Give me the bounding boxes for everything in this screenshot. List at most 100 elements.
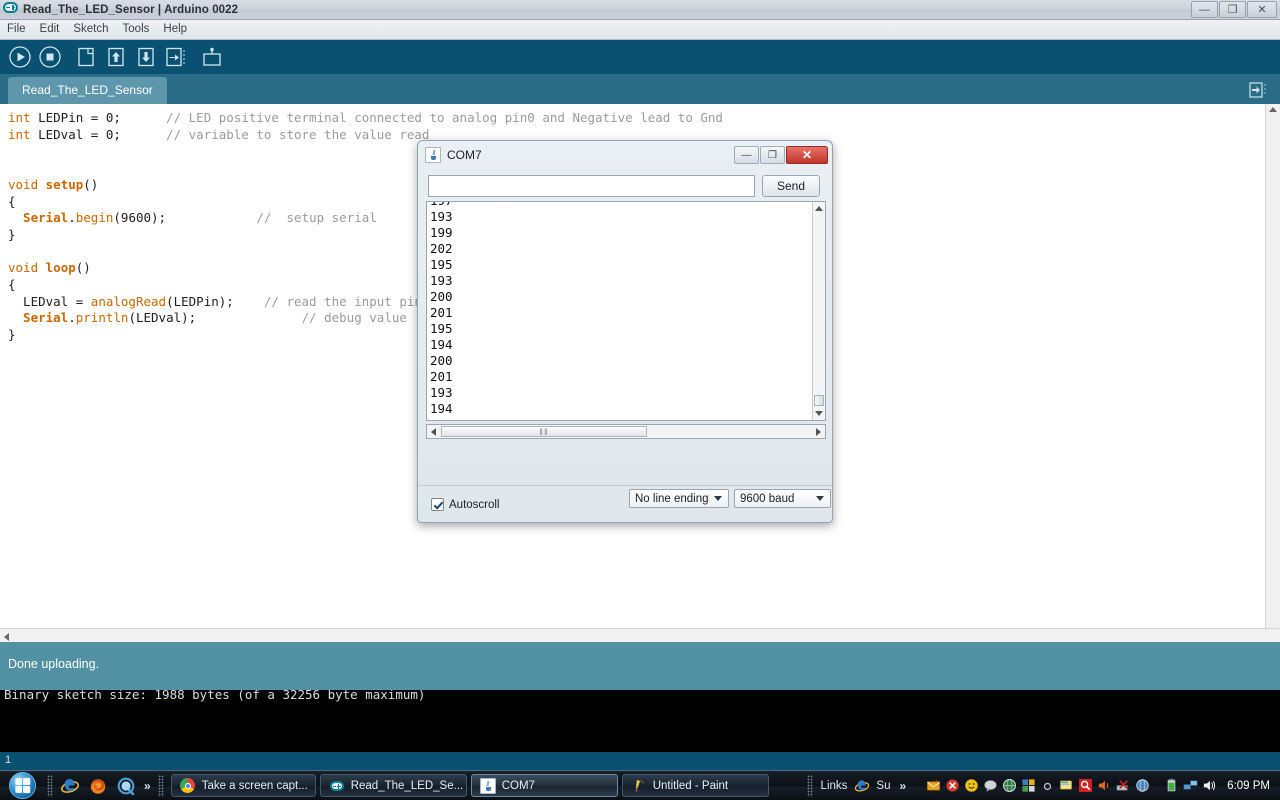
- new-button[interactable]: [72, 44, 100, 70]
- serial-monitor-titlebar[interactable]: COM7 — ❐ ✕: [418, 141, 832, 169]
- code-token: // LED positive terminal connected to an…: [120, 110, 723, 125]
- code-line: int LEDPin = 0; // LED positive terminal…: [8, 110, 723, 127]
- chrome-icon: [180, 778, 196, 794]
- checkbox-icon[interactable]: [431, 498, 444, 511]
- code-token: (): [75, 260, 91, 276]
- system-tray: Links Su » ✶ 6:09 PM: [804, 771, 1280, 800]
- speaker-mute-icon[interactable]: [1097, 778, 1113, 794]
- send-button[interactable]: Send: [762, 175, 820, 197]
- taskbar-item-paint[interactable]: Untitled - Paint: [621, 774, 769, 797]
- circle-small-icon[interactable]: [1040, 778, 1056, 794]
- upload-button[interactable]: [162, 44, 190, 70]
- serial-output-panel[interactable]: 1971931992021951932002011951942002011931…: [426, 201, 826, 421]
- smiley-icon[interactable]: [964, 778, 980, 794]
- taskbar-item-com7[interactable]: COM7: [470, 774, 618, 797]
- tray-su-label[interactable]: Su: [876, 780, 890, 792]
- globe-icon[interactable]: [1002, 778, 1018, 794]
- serial-scroll-left-icon[interactable]: [427, 425, 440, 438]
- taskbar-item-chrome[interactable]: Take a screen capt...: [170, 774, 316, 797]
- line-ending-value: No line ending: [635, 492, 709, 505]
- taskbar-grip[interactable]: [47, 774, 53, 797]
- svg-text:✶: ✶: [935, 779, 940, 786]
- tray-overflow-chevron[interactable]: »: [899, 779, 906, 793]
- tab-list-icon[interactable]: [1248, 80, 1268, 100]
- serial-monitor-button[interactable]: [198, 44, 226, 70]
- serial-maximize-button[interactable]: ❐: [760, 146, 785, 164]
- tray-grip[interactable]: [806, 774, 813, 797]
- volume-icon[interactable]: [1202, 778, 1218, 794]
- ie-icon[interactable]: [854, 778, 870, 794]
- code-token: int: [8, 126, 39, 142]
- code-token: .: [68, 210, 76, 226]
- window-monitor-icon[interactable]: [1059, 778, 1075, 794]
- battery-icon[interactable]: [1164, 778, 1180, 794]
- code-token: Serial: [8, 310, 69, 326]
- start-button[interactable]: [0, 771, 44, 800]
- quick-launch-overflow-chevron[interactable]: »: [144, 779, 151, 793]
- editor-vertical-scrollbar[interactable]: [1265, 104, 1280, 628]
- serial-line-clipped: 197: [430, 202, 453, 209]
- upload-arrow-right-icon: [164, 46, 188, 68]
- verify-button[interactable]: [6, 44, 34, 70]
- serial-line: 194: [430, 401, 453, 416]
- save-button[interactable]: [132, 44, 160, 70]
- menu-item-help[interactable]: Help: [156, 22, 194, 37]
- serial-line: 201: [430, 369, 453, 384]
- taskbar-clock[interactable]: 6:09 PM: [1227, 780, 1270, 792]
- autoscroll-checkbox[interactable]: Autoscroll: [431, 498, 500, 511]
- code-token: LEDval = 0;: [38, 126, 121, 142]
- taskbar: » Take a screen capt... Read_The_LED_Se.…: [0, 770, 1280, 800]
- menu-item-sketch[interactable]: Sketch: [66, 22, 115, 37]
- serial-vscroll-thumb[interactable]: [814, 395, 824, 406]
- open-button[interactable]: [102, 44, 130, 70]
- serial-scroll-up-icon[interactable]: [813, 202, 825, 215]
- baud-rate-select[interactable]: 9600 baud: [734, 489, 831, 508]
- scroll-up-icon[interactable]: [1269, 107, 1277, 112]
- taskbar-item-arduino[interactable]: Read_The_LED_Se...: [319, 774, 467, 797]
- firefox-icon[interactable]: [86, 774, 110, 798]
- taskbar-grip-2[interactable]: [157, 774, 164, 797]
- chat-bubble-icon[interactable]: [983, 778, 999, 794]
- code-token: LEDval =: [8, 293, 91, 309]
- ie-icon[interactable]: [58, 774, 82, 798]
- windows-logo-icon: [8, 772, 36, 799]
- network-icon[interactable]: [1183, 778, 1199, 794]
- minimize-button[interactable]: —: [1191, 1, 1218, 18]
- serial-line: 195: [430, 321, 453, 336]
- search-magnifier-icon[interactable]: [1078, 778, 1094, 794]
- save-arrow-down-icon: [135, 46, 157, 68]
- messenger-icon[interactable]: [114, 774, 138, 798]
- scroll-left-icon[interactable]: [4, 633, 9, 641]
- serial-minimize-button[interactable]: —: [734, 146, 759, 164]
- menu-item-file[interactable]: File: [0, 22, 33, 37]
- menu-item-tools[interactable]: Tools: [116, 22, 157, 37]
- code-token: loop: [45, 260, 76, 276]
- line-ending-select[interactable]: No line ending: [629, 489, 729, 508]
- serial-horizontal-scrollbar[interactable]: ‖‖: [426, 424, 826, 439]
- maximize-button[interactable]: ❐: [1219, 1, 1246, 18]
- code-token: Serial: [8, 210, 69, 226]
- serial-vertical-scrollbar[interactable]: [812, 202, 825, 420]
- console-output: Binary sketch size: 1988 bytes (of a 322…: [0, 690, 1280, 752]
- menu-item-edit[interactable]: Edit: [33, 22, 67, 37]
- stop-button[interactable]: [36, 44, 64, 70]
- globe-blue-icon[interactable]: [1135, 778, 1151, 794]
- serial-scroll-down-icon[interactable]: [813, 407, 825, 420]
- network-apps-icon[interactable]: [1021, 778, 1037, 794]
- tab-read-the-led-sensor[interactable]: Read_The_LED_Sensor: [8, 77, 167, 104]
- editor-horizontal-scrollbar[interactable]: [0, 628, 1280, 642]
- paint-icon: [631, 778, 647, 794]
- code-token: void: [8, 260, 46, 276]
- security-alert-icon[interactable]: [945, 778, 961, 794]
- serial-input-field[interactable]: [428, 175, 755, 197]
- network-disconnected-icon[interactable]: [1116, 778, 1132, 794]
- serial-close-button[interactable]: ✕: [786, 146, 828, 164]
- serial-hscroll-thumb[interactable]: ‖‖: [441, 426, 647, 437]
- code-token: analogRead: [90, 293, 167, 309]
- close-button[interactable]: ✕: [1247, 1, 1277, 18]
- code-token: }: [8, 327, 16, 343]
- tray-links-label[interactable]: Links: [821, 780, 848, 792]
- autoscroll-label: Autoscroll: [449, 498, 500, 511]
- serial-scroll-right-icon[interactable]: [812, 425, 825, 438]
- mail-new-icon[interactable]: ✶: [926, 778, 942, 794]
